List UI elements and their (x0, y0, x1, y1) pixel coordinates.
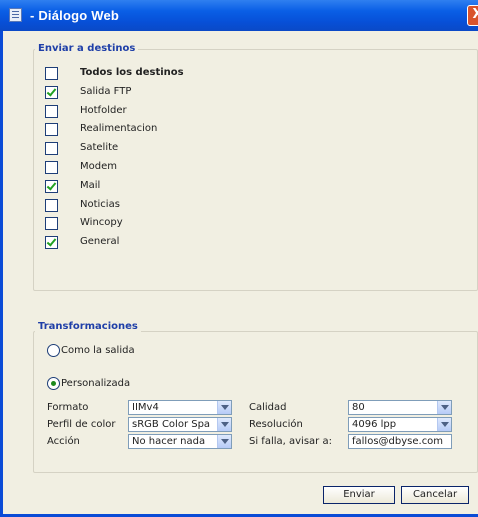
accion-value: No hacer nada (132, 436, 206, 447)
avisar-email-value: fallos@dbyse.com (352, 436, 444, 447)
window-title: - Diálogo Web (30, 8, 120, 23)
destination-checkbox[interactable] (45, 161, 58, 174)
avisar-label: Si falla, avisar a: (249, 436, 332, 447)
destination-label: Modem (80, 161, 117, 172)
calidad-select[interactable]: 80 (348, 400, 452, 415)
chevron-down-icon[interactable] (217, 435, 231, 448)
destination-checkbox[interactable] (45, 217, 58, 230)
resolucion-label: Resolución (249, 419, 303, 430)
destination-checkbox[interactable] (45, 67, 58, 80)
transformations-legend: Transformaciones (35, 321, 141, 332)
destination-label: Mail (80, 180, 101, 191)
perfil-label: Perfil de color (47, 419, 116, 430)
destinations-legend: Enviar a destinos (35, 43, 139, 54)
perfil-value: sRGB Color Spa (132, 419, 211, 430)
title-bar[interactable]: - Diálogo Web X (0, 0, 478, 31)
destination-checkbox[interactable] (45, 142, 58, 155)
destination-checkbox[interactable] (45, 123, 58, 136)
destinations-list: Todos los destinos Salida FTP Hotfolder Rea… (33, 67, 453, 287)
perfil-select[interactable]: sRGB Color Spa (128, 417, 232, 432)
radio-same-as-output-label: Como la salida (61, 345, 135, 356)
formato-value: IIMv4 (132, 402, 159, 413)
destination-label: Wincopy (80, 217, 123, 228)
destination-checkbox[interactable] (45, 236, 58, 249)
destination-label: Salida FTP (80, 86, 132, 97)
destination-label: Realimentacion (80, 123, 158, 134)
calidad-value: 80 (352, 402, 365, 413)
destination-checkbox[interactable] (45, 180, 58, 193)
close-button[interactable]: X (467, 5, 478, 26)
chevron-down-icon[interactable] (437, 401, 451, 414)
radio-custom-label: Personalizada (61, 378, 131, 389)
send-button[interactable]: Enviar (323, 486, 395, 504)
destination-label: Noticias (80, 199, 120, 210)
resolucion-value: 4096 lpp (352, 419, 397, 430)
formato-select[interactable]: IIMv4 (128, 400, 232, 415)
radio-custom[interactable] (47, 377, 60, 390)
chevron-down-icon[interactable] (437, 418, 451, 431)
cancel-button[interactable]: Cancelar (401, 486, 469, 504)
destination-label: General (80, 236, 120, 247)
radio-same-as-output[interactable] (47, 344, 60, 357)
destination-label: Satelite (80, 142, 119, 153)
dialog-window: - Diálogo Web X Enviar a destinos Todos … (0, 0, 478, 517)
document-icon (9, 8, 22, 22)
destination-label: Todos los destinos (80, 67, 184, 78)
formato-label: Formato (47, 402, 89, 413)
destination-label: Hotfolder (80, 105, 127, 116)
avisar-email-input[interactable]: fallos@dbyse.com (348, 434, 452, 449)
destination-checkbox[interactable] (45, 199, 58, 212)
calidad-label: Calidad (249, 402, 287, 413)
accion-select[interactable]: No hacer nada (128, 434, 232, 449)
accion-label: Acción (47, 436, 80, 447)
dialog-body: Enviar a destinos Todos los destinos Sali… (3, 31, 478, 514)
resolucion-select[interactable]: 4096 lpp (348, 417, 452, 432)
chevron-down-icon[interactable] (217, 418, 231, 431)
destination-checkbox[interactable] (45, 86, 58, 99)
chevron-down-icon[interactable] (217, 401, 231, 414)
destination-checkbox[interactable] (45, 105, 58, 118)
